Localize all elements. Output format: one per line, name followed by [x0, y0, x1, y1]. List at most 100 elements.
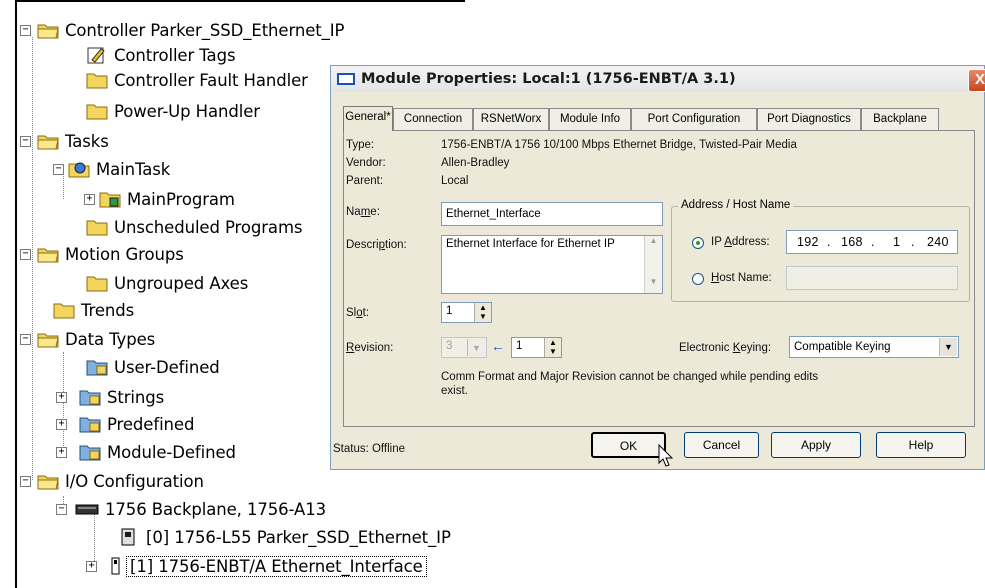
folder-icon — [86, 217, 108, 237]
tree-item-tasks[interactable]: − Tasks — [20, 128, 109, 154]
tree-item-data-types[interactable]: − Data Types — [20, 326, 155, 352]
slot-value: 1 — [446, 305, 453, 317]
collapse-icon[interactable]: − — [53, 163, 64, 175]
host-name-radio[interactable] — [692, 273, 704, 285]
tree-item-label: 1756 Backplane, 1756-A13 — [105, 499, 327, 519]
tree-item-module-defined[interactable]: + Module-Defined — [56, 439, 236, 465]
close-button[interactable]: X — [968, 69, 985, 92]
tree-item-enbt-module[interactable]: + [1] 1756-ENBT/A Ethernet_Interface — [86, 553, 427, 579]
ip-address-radio[interactable] — [692, 237, 704, 249]
name-input[interactable]: Ethernet_Interface — [441, 202, 663, 226]
tree-item-label: Motion Groups — [65, 244, 184, 264]
tree-item-controller[interactable]: − Controller Parker_SSD_Ethernet_IP — [20, 17, 345, 43]
tree-item-predefined[interactable]: + Predefined — [56, 411, 194, 437]
expand-icon[interactable]: + — [86, 560, 97, 572]
collapse-icon[interactable]: − — [20, 24, 31, 36]
tab-general[interactable]: General* — [343, 106, 393, 131]
collapse-icon[interactable]: − — [20, 135, 31, 147]
electronic-keying-label: Electronic Keying: — [679, 342, 772, 354]
tree-item-unscheduled-programs[interactable]: Unscheduled Programs — [86, 214, 303, 240]
tree-item-mainprogram[interactable]: + MainProgram — [84, 186, 235, 212]
spin-arrows-icon[interactable]: ▲ ▼ — [474, 303, 491, 322]
backplane-icon — [75, 499, 99, 519]
expand-icon[interactable]: + — [56, 446, 67, 458]
tree-item-label: Data Types — [65, 329, 156, 349]
scroll-down-icon[interactable]: ▼ — [645, 277, 662, 293]
scroll-up-icon[interactable]: ▲ — [645, 236, 662, 252]
collapse-icon[interactable]: − — [20, 333, 31, 345]
apply-button[interactable]: Apply — [771, 432, 861, 458]
host-name-input[interactable] — [786, 266, 958, 290]
description-textarea[interactable]: Ethernet Interface for Ethernet IP ▲ ▼ — [441, 235, 663, 294]
tree-item-controller-tags[interactable]: Controller Tags — [86, 42, 236, 68]
cancel-button[interactable]: Cancel — [684, 432, 759, 458]
tab-backplane[interactable]: Backplane — [861, 108, 939, 130]
tree-item-maintask[interactable]: − MainTask — [53, 156, 170, 182]
tree-item-label-selected: [1] 1756-ENBT/A Ethernet_Interface — [126, 555, 427, 577]
slot-stepper[interactable]: 1 ▲ ▼ — [441, 302, 492, 323]
electronic-keying-select[interactable]: Compatible Keying ▼ — [789, 336, 959, 358]
description-scrollbar[interactable]: ▲ ▼ — [644, 236, 662, 293]
major-revision-select[interactable]: 3 ▼ — [441, 337, 487, 358]
folder-icon — [86, 70, 108, 90]
collapse-icon[interactable]: − — [20, 475, 31, 487]
window-border — [15, 0, 17, 588]
collapse-icon[interactable]: − — [56, 503, 67, 515]
tab-port-diagnostics[interactable]: Port Diagnostics — [757, 108, 861, 130]
tree-item-label: Ungrouped Axes — [114, 273, 249, 293]
tree-item-io-configuration[interactable]: − I/O Configuration — [20, 468, 204, 494]
expand-icon[interactable]: + — [56, 418, 67, 430]
module-properties-dialog: Module Properties: Local:1 (1756-ENBT/A … — [330, 65, 985, 470]
expand-icon[interactable]: + — [84, 193, 95, 205]
window-icon — [337, 73, 355, 85]
ip-octet-3: 1 — [893, 235, 901, 249]
tab-connection[interactable]: Connection — [393, 108, 473, 130]
type-label: Type: — [346, 139, 375, 151]
tree-item-powerup-handler[interactable]: Power-Up Handler — [86, 98, 260, 124]
ip-address-input[interactable]: 192 . 168 . 1 . 240 — [786, 230, 958, 254]
tree-item-label: Controller Fault Handler — [114, 70, 308, 90]
tags-icon — [86, 45, 108, 65]
keying-value: Compatible Keying — [794, 341, 891, 353]
dropdown-arrow-icon[interactable]: ▼ — [939, 338, 957, 356]
tree-item-label: Power-Up Handler — [114, 101, 260, 121]
tree-item-motion-groups[interactable]: − Motion Groups — [20, 241, 184, 267]
tree-item-user-defined[interactable]: User-Defined — [86, 354, 220, 380]
parent-label: Parent: — [346, 175, 384, 187]
tab-rsnetworx[interactable]: RSNetWorx — [473, 108, 549, 130]
tree-item-label: MainTask — [96, 159, 171, 179]
tree-item-controller-module[interactable]: [0] 1756-L55 Parker_SSD_Ethernet_IP — [118, 524, 451, 550]
address-group-label: Address / Host Name — [678, 199, 794, 211]
ok-button[interactable]: OK — [591, 432, 666, 458]
tab-module-info[interactable]: Module Info — [549, 108, 631, 130]
window-border — [15, 0, 465, 2]
tree-item-label: Strings — [107, 387, 165, 407]
tree-item-label: Controller Parker_SSD_Ethernet_IP — [65, 20, 345, 40]
tree-item-strings[interactable]: + Strings — [56, 384, 164, 410]
dialog-title: Module Properties: Local:1 (1756-ENBT/A … — [361, 71, 736, 87]
tree-item-backplane[interactable]: − 1756 Backplane, 1756-A13 — [56, 496, 326, 522]
dialog-titlebar[interactable]: Module Properties: Local:1 (1756-ENBT/A … — [331, 66, 984, 92]
tree-item-fault-handler[interactable]: Controller Fault Handler — [86, 67, 308, 93]
spin-arrows-icon[interactable]: ▲ ▼ — [544, 338, 561, 357]
program-icon — [99, 189, 121, 209]
help-button[interactable]: Help — [876, 432, 966, 458]
tree-item-ungrouped-axes[interactable]: Ungrouped Axes — [86, 270, 248, 296]
folder-icon — [53, 300, 75, 320]
status-text: Status: Offline — [333, 443, 406, 455]
collapse-icon[interactable]: − — [20, 248, 31, 260]
host-name-label: Host Name: — [711, 272, 772, 284]
open-folder-icon — [37, 244, 59, 264]
folder-icon — [86, 273, 108, 293]
datatype-icon — [86, 357, 108, 377]
tree-item-label: I/O Configuration — [65, 471, 204, 491]
minor-revision-stepper[interactable]: 1 ▲ ▼ — [511, 337, 562, 358]
tree-item-label: Module-Defined — [107, 442, 236, 462]
open-folder-icon — [37, 131, 59, 151]
tree-item-label: Unscheduled Programs — [114, 217, 303, 237]
pending-edits-note-line2: exist. — [441, 385, 468, 397]
tab-port-configuration[interactable]: Port Configuration — [631, 108, 757, 130]
expand-icon[interactable]: + — [56, 391, 67, 403]
tree-item-trends[interactable]: Trends — [53, 297, 134, 323]
task-icon — [68, 159, 90, 179]
